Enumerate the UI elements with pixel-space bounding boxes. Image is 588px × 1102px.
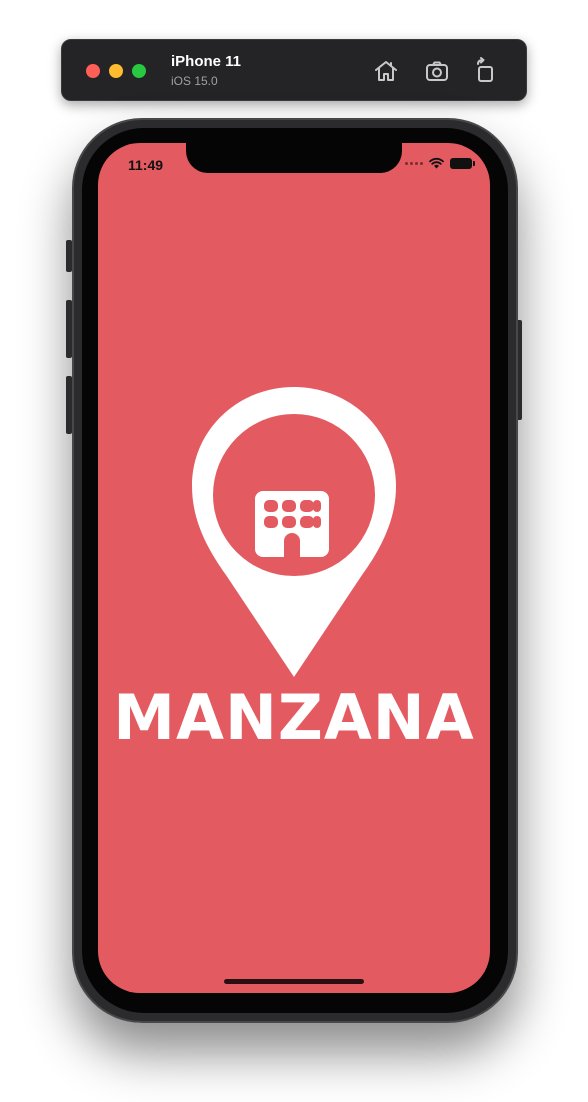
status-indicators (405, 157, 475, 169)
home-icon (375, 61, 397, 81)
hotel-logo: HOTEL (192, 387, 396, 679)
location-pin-icon (192, 387, 396, 677)
device-screen[interactable]: 11:49 HOTEL MANZANA (98, 143, 490, 993)
simulator-os-version: iOS 15.0 (171, 74, 218, 88)
notch (186, 143, 402, 173)
brand-name: MANZANA (113, 681, 475, 754)
cellular-signal-icon (405, 161, 423, 165)
screenshot-button[interactable] (423, 57, 451, 85)
rotate-icon (477, 57, 493, 82)
simulator-device-name: iPhone 11 (171, 53, 242, 70)
status-time: 11:49 (128, 157, 164, 173)
battery-icon (450, 157, 475, 169)
close-window-button[interactable] (86, 64, 100, 78)
home-indicator[interactable] (224, 979, 364, 984)
building-icon (255, 491, 329, 557)
screenshot-icon (426, 61, 448, 81)
hotel-label: HOTEL (236, 443, 352, 479)
wifi-icon (429, 157, 444, 169)
simulator-toolbar: iPhone 11 iOS 15.0 (61, 39, 527, 101)
zoom-window-button[interactable] (132, 64, 146, 78)
minimize-window-button[interactable] (109, 64, 123, 78)
home-button[interactable] (372, 57, 400, 85)
rotate-button[interactable] (471, 57, 499, 85)
